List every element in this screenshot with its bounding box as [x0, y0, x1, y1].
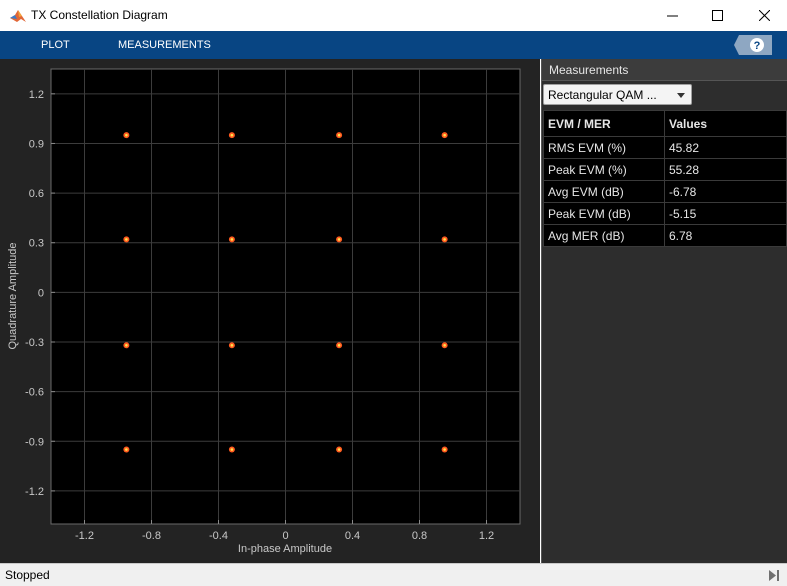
column-header: Values [664, 110, 787, 137]
x-tick-labels: -1.2 -0.8 -0.4 0 0.4 0.8 1.2 [75, 530, 494, 542]
y-tick-label: -1.2 [25, 486, 44, 498]
table-row: Peak EVM (%) 55.28 [543, 158, 787, 181]
metric-value: -6.78 [664, 180, 787, 203]
constellation-point [336, 236, 343, 243]
matlab-logo-icon [10, 10, 26, 22]
y-tick-label: 0 [38, 287, 44, 299]
table-row: Avg EVM (dB) -6.78 [543, 180, 787, 203]
constellation-point [123, 132, 130, 139]
constellation-point [123, 236, 130, 243]
metric-name: Peak EVM (dB) [543, 202, 665, 225]
constellation-chart: -1.2 -0.8 -0.4 0 0.4 0.8 1.2 1.2 0.9 0.6 0.3 0 -0.3… [7, 68, 521, 555]
constellation-point [336, 446, 343, 453]
metric-value: -5.15 [664, 202, 787, 225]
metric-name: Avg MER (dB) [543, 224, 665, 247]
y-tick-label: -0.6 [25, 387, 44, 399]
constellation-point [228, 132, 235, 139]
step-forward-icon[interactable] [767, 569, 781, 582]
x-tick-label: 0.8 [412, 530, 427, 542]
table-row: RMS EVM (%) 45.82 [543, 136, 787, 159]
measurements-title: Measurements [549, 63, 629, 77]
metric-value: 45.82 [664, 136, 787, 159]
x-tick-label: 0.4 [345, 530, 360, 542]
y-tick-label: 0.3 [29, 238, 44, 250]
maximize-icon [712, 10, 723, 21]
constellation-point [441, 342, 448, 349]
column-header: EVM / MER [543, 110, 665, 137]
constellation-point [441, 236, 448, 243]
minimize-button[interactable] [650, 0, 695, 31]
x-tick-label: -0.4 [209, 530, 228, 542]
close-icon [759, 10, 770, 21]
table-row: Peak EVM (dB) -5.15 [543, 202, 787, 225]
status-text: Stopped [5, 568, 50, 582]
window-title: TX Constellation Diagram [31, 8, 168, 22]
constellation-point [123, 342, 130, 349]
y-tick-label: 0.9 [29, 138, 44, 150]
constellation-point [228, 236, 235, 243]
constellation-plot-panel: -1.2 -0.8 -0.4 0 0.4 0.8 1.2 1.2 0.9 0.6 0.3 0 -0.3… [0, 59, 540, 563]
table-header-row: EVM / MER Values [543, 110, 787, 137]
title-bar: TX Constellation Diagram [0, 0, 787, 31]
measurements-header: Measurements [542, 59, 787, 81]
close-button[interactable] [742, 0, 787, 31]
evm-mer-table: EVM / MER Values RMS EVM (%) 45.82 Peak … [543, 110, 787, 247]
toolstrip-bar: PLOT MEASUREMENTS [0, 31, 787, 59]
y-tick-label: 0.6 [29, 188, 44, 200]
tab-plot[interactable]: PLOT [41, 39, 70, 51]
measurements-panel: Measurements Rectangular QAM ... EVM / M… [541, 59, 787, 563]
y-tick-label: -0.9 [25, 436, 44, 448]
metric-name: Avg EVM (dB) [543, 180, 665, 203]
metric-name: Peak EVM (%) [543, 158, 665, 181]
constellation-point [336, 342, 343, 349]
maximize-button[interactable] [695, 0, 740, 31]
chevron-down-icon [677, 93, 685, 98]
constellation-point [228, 446, 235, 453]
x-tick-label: 0 [282, 530, 288, 542]
minimize-icon [667, 15, 678, 17]
constellation-point [228, 342, 235, 349]
y-tick-label: -0.3 [25, 337, 44, 349]
metric-value: 55.28 [664, 158, 787, 181]
constellation-point [336, 132, 343, 139]
help-button[interactable]: ? [733, 34, 773, 56]
constellation-point [123, 446, 130, 453]
status-bar: Stopped [0, 563, 787, 586]
metric-name: RMS EVM (%) [543, 136, 665, 159]
x-axis-label: In-phase Amplitude [238, 543, 332, 555]
metric-value: 6.78 [664, 224, 787, 247]
table-row: Avg MER (dB) 6.78 [543, 224, 787, 247]
y-axis-label: Quadrature Amplitude [7, 242, 19, 349]
constellation-point [441, 446, 448, 453]
svg-text:?: ? [754, 40, 761, 52]
dropdown-value: Rectangular QAM ... [548, 88, 657, 102]
y-tick-label: 1.2 [29, 89, 44, 101]
constellation-point [441, 132, 448, 139]
tab-measurements[interactable]: MEASUREMENTS [118, 39, 211, 51]
x-tick-label: -1.2 [75, 530, 94, 542]
x-tick-label: -0.8 [142, 530, 161, 542]
x-tick-label: 1.2 [479, 530, 494, 542]
y-tick-labels: 1.2 0.9 0.6 0.3 0 -0.3 -0.6 -0.9 -1.2 [25, 89, 44, 498]
measurement-type-dropdown[interactable]: Rectangular QAM ... [543, 84, 692, 105]
